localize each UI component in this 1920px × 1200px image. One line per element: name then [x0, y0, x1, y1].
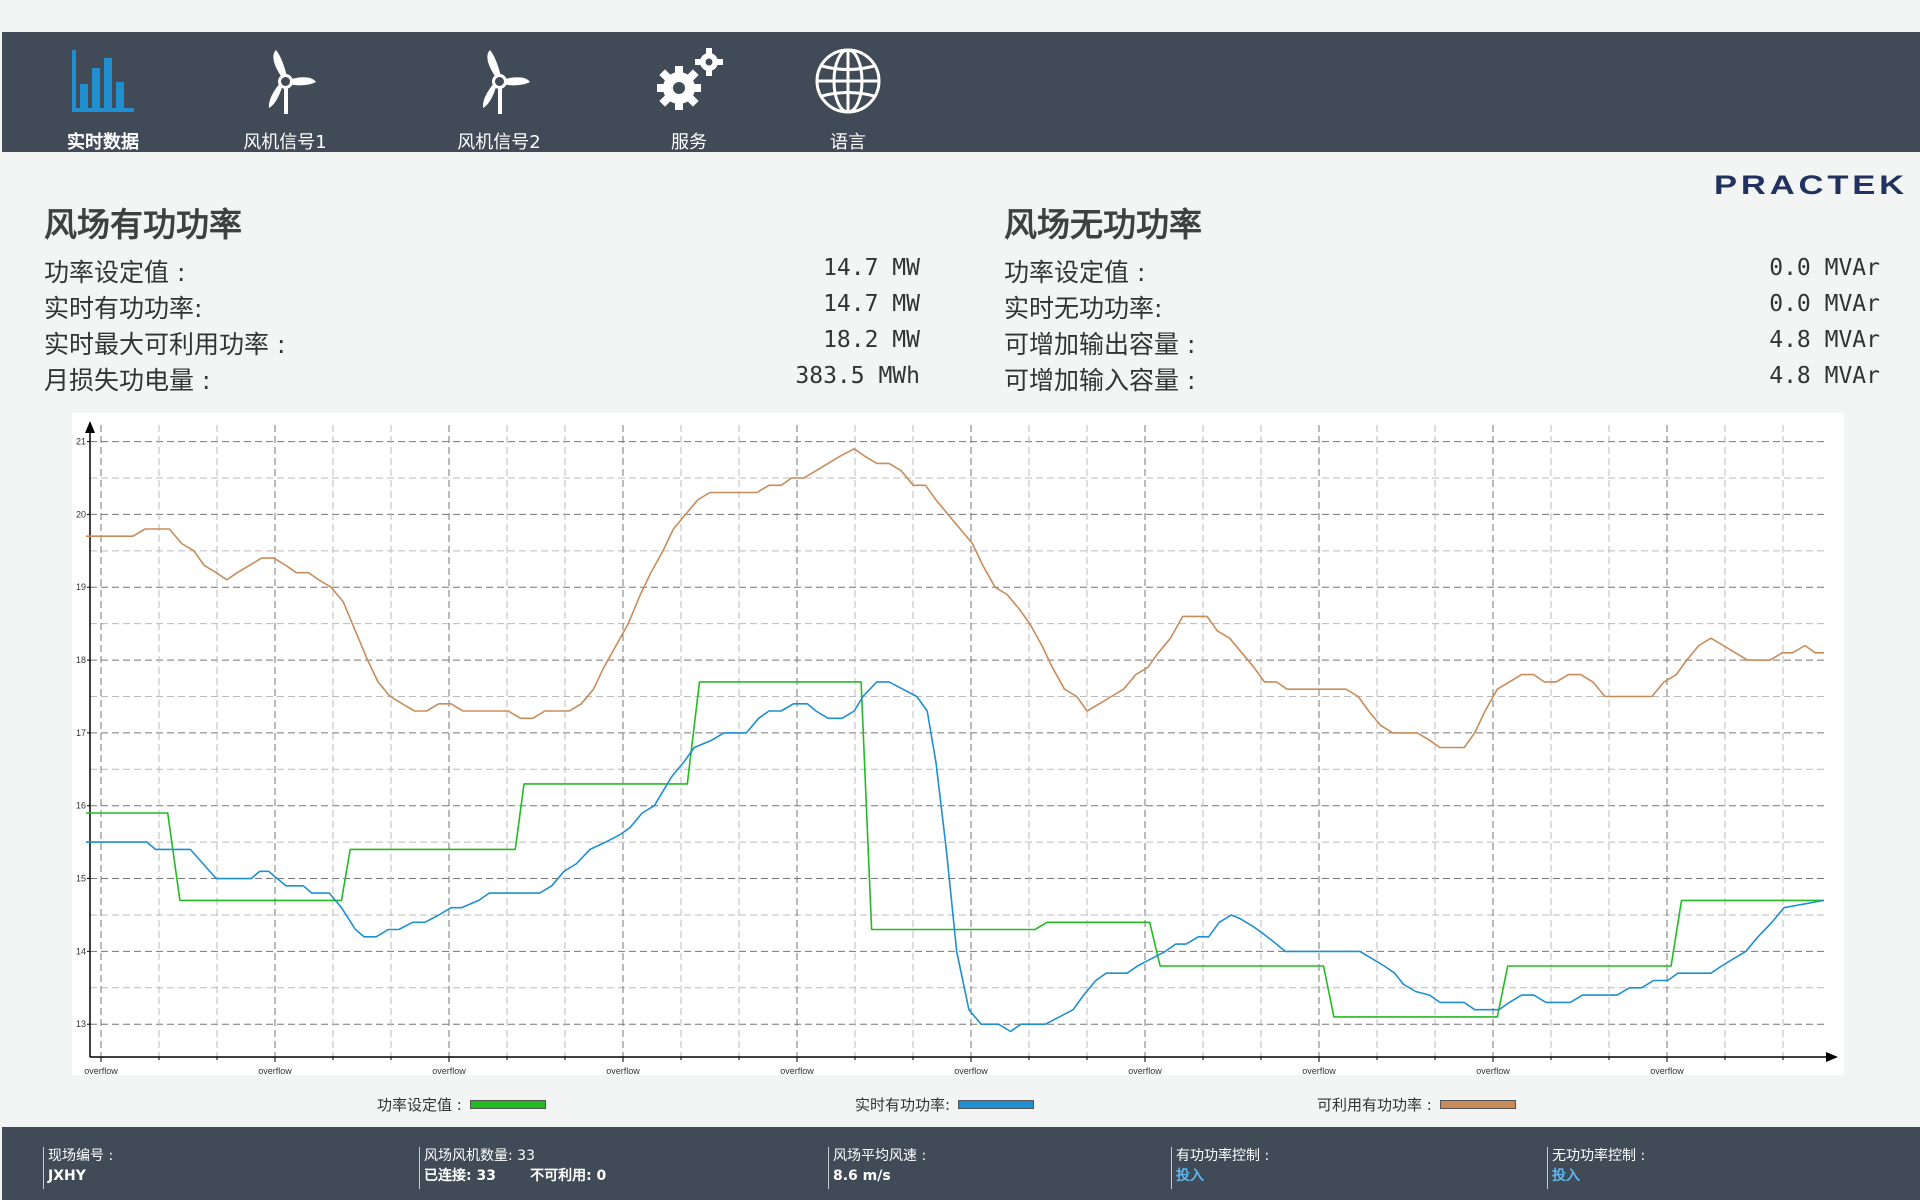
x-tick-label: overflow [1302, 1066, 1336, 1075]
footer-site: 现场编号 : JXHY [43, 1147, 413, 1189]
x-tick-label: overflow [258, 1066, 292, 1075]
legend-setpoint-label: 功率设定值 : [377, 1096, 462, 1114]
main-navbar: 实时数据 风机信号1 风机信号2 服务 语言 [2, 32, 1920, 153]
nav-language[interactable]: 语言 [773, 46, 923, 153]
reactive-setpoint-value: 0.0 MVAr [1769, 255, 1880, 281]
legend-setpoint-swatch [469, 1100, 546, 1109]
legend-realtime: 实时有功功率: [855, 1094, 1035, 1115]
nav-turbine-signal-1[interactable]: 风机信号1 [210, 46, 360, 153]
power-chart: 13 14 15 16 17 18 19 20 21 overflow overflow overfl… [72, 413, 1844, 1075]
legend-available-swatch [1439, 1100, 1516, 1109]
active-setpoint-value: 14.7 MW [823, 255, 920, 281]
nav-label-realtime: 实时数据 [67, 132, 139, 153]
input-capacity-label: 可增加输入容量 : [1004, 366, 1196, 395]
practek-logo: PRACTEK [1714, 170, 1908, 198]
x-tick-label: overflow [1476, 1066, 1510, 1075]
footer-active-control: 有功功率控制 : 投入 [1171, 1147, 1541, 1189]
active-power-title: 风场有功功率 [44, 205, 242, 244]
x-tick-label: overflow [432, 1066, 466, 1075]
active-setpoint-label: 功率设定值 : [44, 258, 186, 287]
output-capacity-value: 4.8 MVAr [1769, 327, 1880, 353]
legend-realtime-label: 实时有功功率: [855, 1096, 951, 1114]
nav-label-language: 语言 [830, 132, 866, 153]
footer-turbines: 风场风机数量: 33 已连接: 33 不可利用: 0 [419, 1147, 819, 1189]
y-tick-label: 13 [76, 1019, 86, 1029]
top-strip [0, 0, 1920, 32]
y-tick-label: 15 [76, 874, 86, 884]
nav-turbine-signal-2[interactable]: 风机信号2 [424, 46, 574, 153]
legend-available: 可利用有功功率 : [1317, 1094, 1516, 1115]
active-realtime-label: 实时有功功率: [44, 294, 203, 323]
output-capacity-label: 可增加输出容量 : [1004, 330, 1196, 359]
svg-text:PRACTEK: PRACTEK [1714, 170, 1908, 198]
reactive-realtime-value: 0.0 MVAr [1769, 291, 1880, 317]
input-capacity-value: 4.8 MVAr [1769, 363, 1880, 389]
nav-label-service: 服务 [671, 132, 707, 153]
footer-reactive-control-label: 无功功率控制 : [1552, 1148, 1646, 1164]
legend-available-label: 可利用有功功率 : [1317, 1096, 1432, 1114]
footer-wind-label: 风场平均风速 : [833, 1148, 927, 1164]
active-max-available-value: 18.2 MW [823, 327, 920, 353]
footer-site-label: 现场编号 : [48, 1148, 114, 1164]
nav-realtime-data[interactable]: 实时数据 [28, 46, 178, 153]
x-axis-arrow [1826, 1052, 1838, 1062]
footer-turbines-value: 已连接: 33 不可利用: 0 [424, 1168, 607, 1184]
footer-wind-speed: 风场平均风速 : 8.6 m/s [828, 1147, 1168, 1189]
nav-service[interactable]: 服务 [614, 46, 764, 153]
power-chart-svg: 13 14 15 16 17 18 19 20 21 overflow overflow overfl… [76, 421, 1838, 1075]
footer-active-control-label: 有功功率控制 : [1176, 1148, 1270, 1164]
legend-setpoint: 功率设定值 : [377, 1094, 546, 1115]
series-line-0 [86, 681, 1824, 1018]
x-tick-label: overflow [1128, 1066, 1162, 1075]
monthly-loss-label: 月损失功电量 : [44, 366, 211, 395]
nav-label-turbine-2: 风机信号2 [457, 132, 541, 153]
footer-reactive-control-value[interactable]: 投入 [1552, 1165, 1907, 1187]
active-max-available-label: 实时最大可利用功率 : [44, 330, 286, 359]
y-tick-label: 21 [76, 437, 86, 447]
x-tick-label: overflow [954, 1066, 988, 1075]
wind-turbine-icon [482, 50, 530, 114]
active-realtime-value: 14.7 MW [823, 291, 920, 317]
gears-icon [657, 48, 723, 110]
y-tick-label: 19 [76, 582, 86, 592]
x-tick-label: overflow [606, 1066, 640, 1075]
footer-site-value: JXHY [48, 1168, 86, 1184]
footer-wind-value: 8.6 m/s [833, 1168, 891, 1184]
nav-label-turbine-1: 风机信号1 [243, 132, 327, 153]
footer-turbines-label: 风场风机数量: 33 [424, 1148, 535, 1164]
series-line-1 [86, 681, 1825, 1033]
series-line-2 [86, 447, 1824, 749]
y-tick-label: 16 [76, 801, 86, 811]
reactive-setpoint-label: 功率设定值 : [1004, 258, 1146, 287]
reactive-power-title: 风场无功功率 [1004, 205, 1202, 244]
wind-turbine-icon [268, 50, 316, 114]
y-axis-arrow [85, 421, 95, 433]
footer-active-control-value[interactable]: 投入 [1176, 1165, 1541, 1187]
footer-reactive-control: 无功功率控制 : 投入 [1547, 1147, 1907, 1189]
y-tick-label: 18 [76, 655, 86, 665]
legend-realtime-swatch [958, 1100, 1035, 1109]
monthly-loss-value: 383.5 MWh [795, 363, 920, 389]
x-tick-label: overflow [84, 1066, 118, 1075]
globe-icon [815, 48, 881, 114]
y-tick-label: 20 [76, 509, 86, 519]
status-footer: 现场编号 : JXHY 风场风机数量: 33 已连接: 33 不可利用: 0 风… [2, 1127, 1920, 1200]
y-tick-label: 17 [76, 728, 86, 738]
bar-chart-icon [72, 50, 134, 112]
y-tick-label: 14 [76, 946, 86, 956]
x-tick-label: overflow [1650, 1066, 1684, 1075]
x-tick-label: overflow [780, 1066, 814, 1075]
reactive-realtime-label: 实时无功功率: [1004, 294, 1163, 323]
